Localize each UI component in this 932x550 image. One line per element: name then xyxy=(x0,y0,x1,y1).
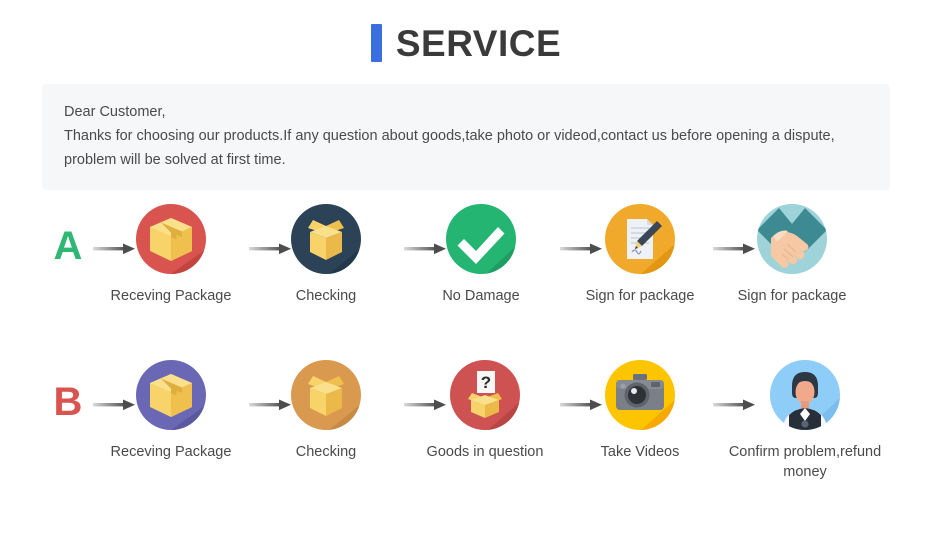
flow-step-label: Sign for package xyxy=(737,288,847,304)
flow-step-label: Checking xyxy=(295,288,357,304)
open-box-icon xyxy=(291,204,361,274)
flow-step-label: Receving Package xyxy=(110,444,232,460)
flow-step-label: Sign for package xyxy=(585,288,695,304)
flow-step-label: No Damage xyxy=(442,288,520,304)
package-box-icon xyxy=(136,360,206,430)
flow-step-b-2: Checking xyxy=(251,360,401,462)
check-mark-icon xyxy=(446,204,516,274)
document-pen-icon xyxy=(605,204,675,274)
customer-notice: Dear Customer, Thanks for choosing our p… xyxy=(42,84,890,190)
notice-greeting: Dear Customer, xyxy=(64,104,166,120)
handshake-icon xyxy=(757,204,827,274)
flow-row-a: A Receving Package Checking No Damage Si… xyxy=(0,204,932,344)
flow-step-a-2: Checking xyxy=(251,204,401,306)
flow-step-label: Confirm problem,refund money xyxy=(728,444,882,480)
flow-badge-b: B xyxy=(53,380,83,424)
svg-text:?: ? xyxy=(481,373,491,392)
flow-row-b: B Receving Package Checking ? Goods in q… xyxy=(0,360,932,500)
flow-step-label: Receving Package xyxy=(110,288,232,304)
title-accent-bar xyxy=(370,24,382,62)
open-box-icon xyxy=(291,360,361,430)
flow-step-a-5: Sign for package xyxy=(717,204,867,306)
question-box-icon: ? xyxy=(450,360,520,430)
title-text: SERVICE xyxy=(395,22,562,64)
flow-step-a-1: Receving Package xyxy=(96,204,246,306)
flow-step-label: Checking xyxy=(295,444,357,460)
camera-icon xyxy=(605,360,675,430)
flow-step-b-5: Confirm problem,refund money xyxy=(725,360,885,482)
notice-line-3: problem will be solved at first time. xyxy=(64,152,286,168)
package-box-icon xyxy=(136,204,206,274)
person-avatar-icon xyxy=(770,360,840,430)
flow-step-b-4: Take Videos xyxy=(565,360,715,462)
flow-step-b-3: ? Goods in question xyxy=(410,360,560,462)
flow-step-a-3: No Damage xyxy=(406,204,556,306)
flow-step-b-1: Receving Package xyxy=(96,360,246,462)
flow-step-label: Take Videos xyxy=(600,444,680,460)
flow-badge-a: A xyxy=(53,224,83,268)
flow-step-a-4: Sign for package xyxy=(565,204,715,306)
flow-step-label: Goods in question xyxy=(426,444,544,460)
page-title: SERVICE xyxy=(0,0,932,62)
notice-line-2: Thanks for choosing our products.If any … xyxy=(64,128,835,144)
